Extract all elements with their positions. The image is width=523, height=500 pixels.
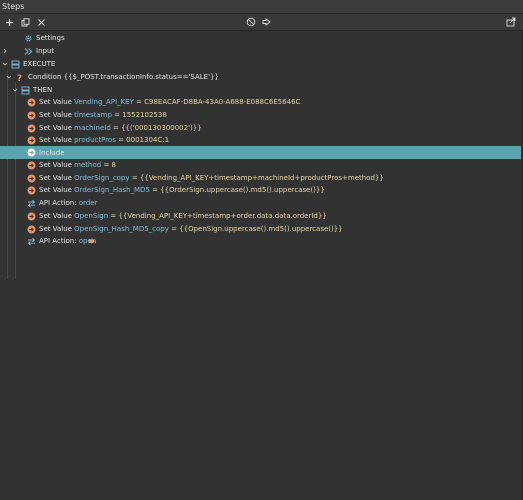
step-variable: productPros bbox=[74, 136, 116, 144]
chevron-down-icon[interactable] bbox=[1, 60, 9, 68]
set-value-icon bbox=[27, 161, 36, 170]
set-value-icon bbox=[27, 225, 36, 234]
chevron-down-icon[interactable] bbox=[5, 73, 13, 81]
step-variable: OrderSign_Hash_MD5 bbox=[74, 186, 150, 194]
tree-item-input[interactable]: Input bbox=[0, 45, 521, 57]
question-icon: ? bbox=[15, 73, 24, 82]
api-action-icon bbox=[27, 237, 36, 246]
step-kind: API Action: bbox=[39, 199, 79, 207]
step-value: = 0001304C:1 bbox=[115, 136, 170, 144]
step-variable: OpenSign_Hash_MD5_copy bbox=[74, 225, 169, 233]
goto-icon[interactable] bbox=[259, 14, 275, 30]
include-icon bbox=[27, 148, 36, 157]
chevron-right-icon[interactable] bbox=[1, 47, 9, 55]
step-variable: OrderSign_copy bbox=[74, 174, 130, 182]
execute-label: EXECUTE bbox=[23, 60, 56, 68]
step-row[interactable]: Set Value OpenSign_Hash_MD5_copy = {{Ope… bbox=[0, 223, 521, 235]
set-value-icon bbox=[27, 124, 36, 133]
link-icon[interactable] bbox=[87, 237, 96, 246]
step-kind: Include bbox=[39, 148, 65, 157]
gear-icon bbox=[24, 34, 33, 43]
add-icon[interactable] bbox=[1, 14, 17, 30]
panel-title: Steps bbox=[2, 2, 25, 11]
set-value-icon bbox=[27, 136, 36, 145]
svg-text:?: ? bbox=[17, 74, 22, 82]
step-kind: Set Value bbox=[39, 186, 75, 194]
toolbar bbox=[0, 14, 523, 31]
input-label: Input bbox=[36, 47, 55, 55]
step-row[interactable]: Set Value machineId = {{('000130300002')… bbox=[0, 122, 521, 134]
panel-header: Steps bbox=[0, 0, 523, 14]
step-row[interactable]: API Action: open bbox=[0, 235, 521, 247]
step-value: = {{OrderSign.uppercase().md5().uppercas… bbox=[149, 186, 325, 194]
tree-item-execute[interactable]: EXECUTE bbox=[0, 58, 521, 70]
step-kind: Set Value bbox=[39, 136, 75, 144]
then-label: THEN bbox=[33, 86, 53, 94]
server-icon bbox=[11, 60, 20, 69]
step-variable: order bbox=[78, 199, 98, 207]
step-row[interactable]: Set Value productPros = 0001304C:1 bbox=[0, 134, 521, 146]
step-variable: machineId bbox=[74, 124, 111, 132]
step-variable: timestamp bbox=[74, 111, 112, 119]
step-value: = {{('000130300002')}} bbox=[110, 124, 202, 132]
tree-item-settings[interactable]: Settings bbox=[0, 32, 521, 44]
step-value: = {{OpenSign.uppercase().md5().uppercase… bbox=[168, 225, 343, 233]
step-kind: Set Value bbox=[39, 174, 75, 182]
set-value-icon bbox=[27, 98, 36, 107]
set-value-icon bbox=[27, 111, 36, 120]
chevron-down-icon[interactable] bbox=[11, 86, 19, 94]
step-row[interactable]: Set Value Vending_API_KEY = C98EACAF-D8B… bbox=[0, 96, 521, 108]
export-icon[interactable] bbox=[503, 14, 519, 30]
step-row[interactable]: Set Value method = 8 bbox=[0, 159, 521, 171]
step-value: = {{Vending_API_KEY+timestamp+order.data… bbox=[108, 212, 327, 220]
close-icon[interactable] bbox=[33, 14, 49, 30]
step-kind: Set Value bbox=[39, 212, 75, 220]
step-kind: Set Value bbox=[39, 225, 75, 233]
step-kind: Set Value bbox=[39, 161, 75, 169]
step-variable: method bbox=[74, 161, 102, 169]
step-row[interactable]: Set Value timestamp = 1552102538 bbox=[0, 109, 521, 121]
step-row[interactable]: Set Value OrderSign_copy = {{Vending_API… bbox=[0, 172, 521, 184]
step-row[interactable]: Set Value OrderSign_Hash_MD5 = {{OrderSi… bbox=[0, 184, 521, 196]
set-value-icon bbox=[27, 212, 36, 221]
step-value: = 8 bbox=[101, 161, 116, 169]
condition-label: Condition {{$_POST.transactionInfo.statu… bbox=[28, 73, 219, 81]
step-variable: OpenSign bbox=[74, 212, 109, 220]
copy-icon[interactable] bbox=[17, 14, 33, 30]
step-value: = 1552102538 bbox=[111, 111, 167, 119]
disable-icon[interactable] bbox=[243, 14, 259, 30]
set-value-icon bbox=[27, 174, 36, 183]
tree-item-condition[interactable]: ? Condition {{$_POST.transactionInfo.sta… bbox=[0, 71, 521, 83]
step-row[interactable]: Set Value OpenSign = {{Vending_API_KEY+t… bbox=[0, 210, 521, 222]
input-icon bbox=[24, 47, 33, 56]
tree-item-then[interactable]: THEN bbox=[0, 84, 521, 96]
step-row[interactable]: API Action: order bbox=[0, 197, 521, 209]
step-kind: Set Value bbox=[39, 124, 75, 132]
step-value: = {{Vending_API_KEY+timestamp+machineId+… bbox=[129, 174, 384, 182]
step-row-include[interactable]: Include bbox=[0, 146, 521, 159]
api-action-icon bbox=[27, 199, 36, 208]
server-icon bbox=[21, 86, 30, 95]
set-value-icon bbox=[27, 186, 36, 195]
step-value: = C98EACAF-D8BA-43A0-A688-E088C6E5646C bbox=[133, 98, 301, 106]
step-variable: Vending_API_KEY bbox=[74, 98, 134, 106]
step-kind: API Action: bbox=[39, 237, 79, 245]
settings-label: Settings bbox=[36, 34, 65, 42]
step-kind: Set Value bbox=[39, 98, 75, 106]
step-kind: Set Value bbox=[39, 111, 75, 119]
